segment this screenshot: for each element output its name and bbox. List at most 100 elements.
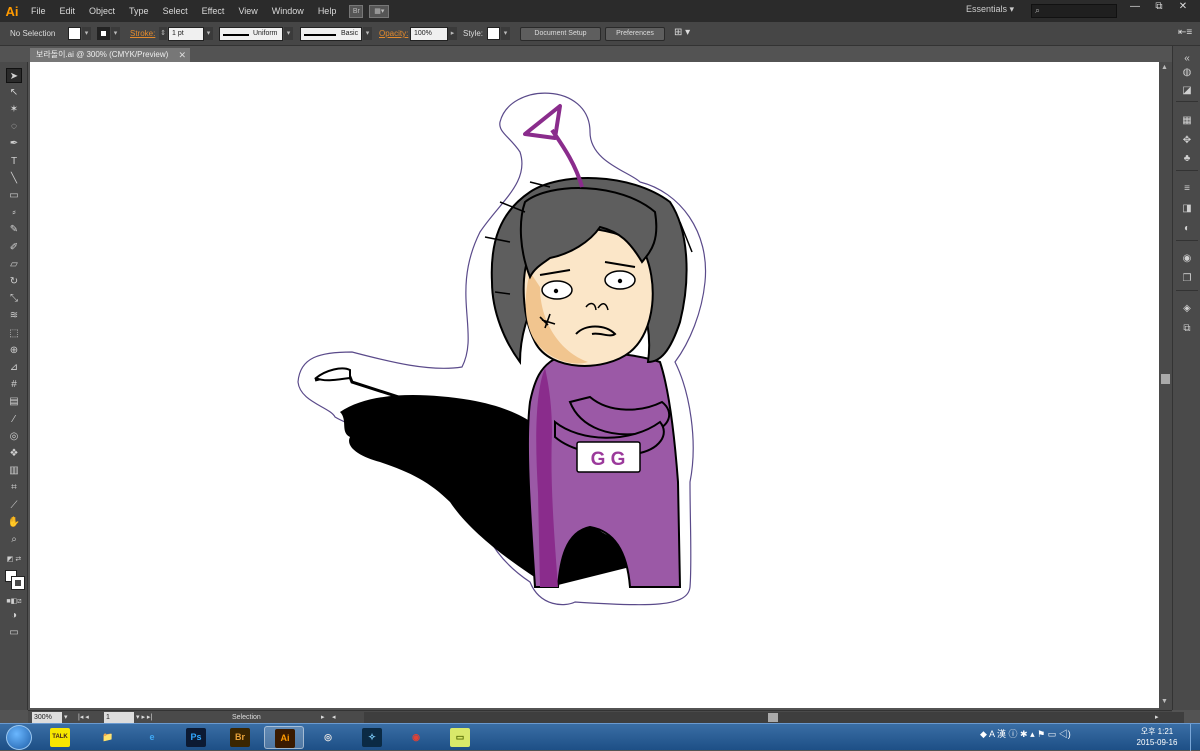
zoom-field[interactable]: 300% [32, 712, 62, 723]
brush-dropdown[interactable]: ▾ [363, 27, 372, 40]
artboard-nav-next-icon[interactable]: ▾ ▸ ▸| [136, 712, 152, 723]
swatches-panel-icon[interactable]: ▦ [1179, 114, 1195, 128]
settings-icon[interactable]: ✱ [1020, 729, 1028, 739]
opacity-label[interactable]: Opacity: [379, 29, 408, 38]
screen-mode-icon[interactable]: ▭ [6, 625, 22, 640]
drawing-mode-icon[interactable]: ◑ [6, 608, 22, 623]
taskbar-app-illustrator[interactable]: Ai [264, 726, 304, 749]
lasso-tool-icon[interactable]: ◌ [6, 119, 22, 134]
show-desktop-button[interactable] [1190, 724, 1200, 751]
preferences-button[interactable]: Preferences [605, 27, 665, 41]
brushes-panel-icon[interactable]: ✥ [1179, 134, 1195, 148]
horizontal-scrollbar[interactable] [364, 712, 1184, 723]
stroke-swatch[interactable] [97, 27, 110, 40]
perspective-grid-tool-icon[interactable]: ⊿ [6, 360, 22, 375]
taskbar-app-internet-explorer[interactable]: e [132, 726, 172, 749]
color-mode-icons[interactable]: ■◧⧄ [6, 594, 22, 609]
clock[interactable]: 오후 1:21 2015-09-16 [1130, 726, 1184, 748]
layers-panel-icon[interactable]: ◈ [1179, 302, 1195, 316]
scroll-up-icon[interactable]: ▲ [1161, 64, 1168, 71]
scroll-down-icon[interactable]: ▼ [1161, 698, 1168, 705]
opacity-dropdown[interactable]: ▸ [448, 27, 457, 40]
taskbar-app-sticky-notes[interactable]: ▭ [440, 726, 480, 749]
menu-window[interactable]: Window [265, 0, 311, 22]
artboard-number-field[interactable]: 1 [104, 712, 134, 723]
menu-type[interactable]: Type [122, 0, 156, 22]
menu-object[interactable]: Object [82, 0, 122, 22]
rotate-tool-icon[interactable]: ↻ [6, 274, 22, 289]
character-artwork[interactable]: G G [30, 62, 1159, 708]
restore-button[interactable]: ⧉ [1147, 0, 1171, 14]
taskbar-app-bridge[interactable]: Br [220, 726, 260, 749]
volume-icon[interactable]: ◁) [1059, 729, 1071, 739]
document-setup-button[interactable]: Document Setup [520, 27, 601, 41]
scale-tool-icon[interactable]: ⤡ [6, 291, 22, 306]
transparency-panel-icon[interactable]: ◐ [1179, 222, 1195, 236]
hand-tool-icon[interactable]: ✋ [6, 515, 22, 530]
ime-indicator[interactable]: A 漢 [989, 729, 1006, 739]
menu-select[interactable]: Select [156, 0, 195, 22]
fill-dropdown[interactable]: ▾ [82, 27, 91, 40]
stroke-weight-field[interactable]: 1 pt [168, 27, 204, 41]
stroke-color-box[interactable] [11, 576, 25, 590]
direct-selection-tool-icon[interactable]: ↖ [6, 85, 22, 100]
stroke-swatch-dropdown[interactable]: ▾ [111, 27, 120, 40]
fill-swatch[interactable] [68, 27, 81, 40]
zoom-tool-icon[interactable]: ⌕ [6, 532, 22, 547]
symbol-sprayer-tool-icon[interactable]: ❖ [6, 446, 22, 461]
artboards-panel-icon[interactable]: ⧉ [1179, 322, 1195, 336]
menu-edit[interactable]: Edit [53, 0, 83, 22]
blob-brush-tool-icon[interactable]: ✐ [6, 240, 22, 255]
opacity-field[interactable]: 100% [410, 27, 448, 41]
brush-definition[interactable]: Basic [300, 27, 362, 41]
shape-builder-tool-icon[interactable]: ⊕ [6, 343, 22, 358]
close-icon[interactable]: ✕ [178, 48, 186, 62]
close-button[interactable]: ✕ [1171, 0, 1195, 14]
horizontal-scroll-thumb[interactable] [768, 713, 778, 722]
status-menu-icon[interactable]: ▸ [321, 712, 325, 723]
workspace-switcher[interactable]: Essentials ▾ [966, 4, 1014, 15]
color-guide-icon[interactable]: ◪ [1179, 84, 1195, 98]
style-dropdown[interactable]: ▾ [501, 27, 510, 40]
type-tool-icon[interactable]: T [6, 154, 22, 169]
scroll-right-icon[interactable]: ▸ [1155, 712, 1159, 723]
gradient-panel-icon[interactable]: ◨ [1179, 202, 1195, 216]
eyedropper-tool-icon[interactable]: ⁄ [6, 412, 22, 427]
minimize-button[interactable]: — [1123, 0, 1147, 14]
vertical-scrollbar[interactable]: ▲ ▼ [1159, 62, 1172, 710]
taskbar-app-media[interactable]: ◎ [308, 726, 348, 749]
stroke-label[interactable]: Stroke: [130, 29, 155, 38]
pen-tool-icon[interactable]: ✒ [6, 136, 22, 151]
color-panel-icon[interactable]: ◍ [1179, 66, 1195, 80]
stroke-weight-dropdown[interactable]: ▾ [204, 27, 213, 40]
bridge-button[interactable]: Br [349, 4, 364, 18]
rectangle-tool-icon[interactable]: ▭ [6, 188, 22, 203]
blend-tool-icon[interactable]: ◎ [6, 429, 22, 444]
menu-help[interactable]: Help [311, 0, 344, 22]
scroll-left-icon[interactable]: ◂ [332, 712, 336, 723]
artboard-nav-prev-icon[interactable]: |◂ ◂ [78, 712, 89, 723]
appearance-panel-icon[interactable]: ◉ [1179, 252, 1195, 266]
width-tool-icon[interactable]: ≋ [6, 308, 22, 323]
taskbar-app-kakaotalk[interactable]: TALK [40, 726, 80, 749]
column-graph-tool-icon[interactable]: ▥ [6, 463, 22, 478]
display-icon[interactable]: ▭ [1048, 729, 1057, 739]
stroke-panel-icon[interactable]: ≡ [1179, 182, 1195, 196]
artboard-canvas[interactable]: G G [30, 62, 1159, 708]
profile-dropdown[interactable]: ▾ [284, 27, 293, 40]
collapse-panels-icon[interactable]: « [1179, 52, 1195, 66]
menu-view[interactable]: View [231, 0, 264, 22]
tray-expand-icon[interactable]: ▴ [1030, 729, 1035, 739]
graphic-styles-panel-icon[interactable]: ❐ [1179, 272, 1195, 286]
flag-icon[interactable]: ⚑ [1037, 729, 1045, 739]
taskbar-app-explorer[interactable]: 📁 [88, 726, 128, 749]
document-tab[interactable]: 보라돌이.ai @ 300% (CMYK/Preview) ✕ [30, 48, 190, 62]
symbols-panel-icon[interactable]: ♣ [1179, 152, 1195, 166]
paintbrush-tool-icon[interactable]: ⸗ [6, 205, 22, 220]
gradient-tool-icon[interactable]: ▤ [6, 394, 22, 409]
start-button[interactable] [6, 725, 32, 750]
line-tool-icon[interactable]: ╲ [6, 171, 22, 186]
taskbar-app-chrome[interactable]: ◉ [396, 726, 436, 749]
graphic-style-swatch[interactable] [487, 27, 500, 40]
search-input[interactable]: ⌕ [1031, 4, 1117, 18]
